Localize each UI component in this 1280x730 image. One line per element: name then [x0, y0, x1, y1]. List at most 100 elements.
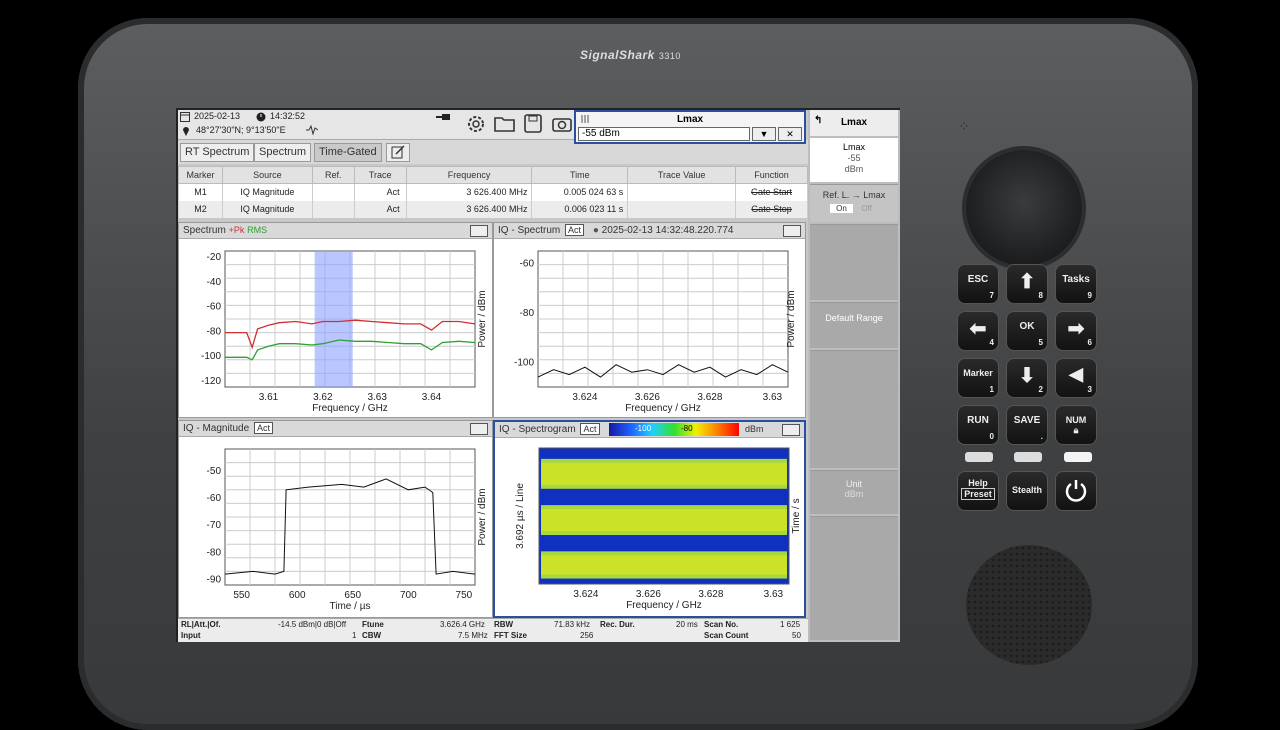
speaker-grille [966, 545, 1092, 665]
off-toggle[interactable]: Off [855, 204, 878, 213]
rotary-knob[interactable] [966, 150, 1082, 266]
cell: Act [353, 200, 407, 218]
edit-tabs-button[interactable] [386, 143, 410, 162]
fft-size-label: FFT Size [494, 631, 527, 640]
y-tick-label: -60 [207, 493, 222, 504]
cell: 3 626.400 MHz [405, 183, 533, 201]
brand-logo: SignalShark 3310 [580, 48, 681, 62]
stealth-key[interactable]: Stealth [1006, 471, 1048, 511]
left-arrow-icon: ⬅ [969, 318, 987, 340]
panel-title: IQ - Spectrogram [499, 424, 576, 435]
left-arrow-key[interactable]: ⬅ 4 [957, 311, 999, 351]
brand-name: SignalShark [580, 48, 655, 62]
scan-no-value: 1 625 [780, 620, 801, 629]
cell: M2 [178, 200, 223, 218]
help-preset-key[interactable]: Help Preset [957, 471, 999, 511]
stealth-key-label: Stealth [1011, 485, 1042, 495]
iq-spectrum-chart[interactable]: 3.624 3.626 3.628 3.63 -60 -80 -100 Frequency /… [494, 239, 805, 417]
x-tick-label: 3.62 [313, 392, 333, 403]
right-key-number: 6 [1087, 338, 1092, 347]
cell: Act [353, 183, 407, 201]
color-scale-low: -100 [635, 424, 652, 433]
iq-spectrum-panel[interactable]: IQ - Spectrum Act ● 2025-02-13 14:32:48.… [493, 222, 806, 418]
spectrogram-band-core [541, 462, 787, 485]
lmax-value-input[interactable]: -55 dBm [578, 127, 750, 141]
ftune-label: Ftune [362, 620, 384, 629]
iq-magnitude-panel[interactable]: IQ - Magnitude Act 550 600 650 700 750 -50 -60… [178, 420, 493, 618]
y-axis-label: 3.692 µs / Line [515, 483, 526, 549]
spectrogram-band-core [541, 509, 787, 532]
tasks-key[interactable]: Tasks 9 [1055, 264, 1097, 304]
table-row[interactable]: M2 IQ Magnitude Act 3 626.400 MHz 0.006 … [178, 200, 808, 218]
num-key[interactable]: NUM 🔒︎ [1055, 405, 1097, 445]
volume-key[interactable]: ◀ 3 [1055, 358, 1097, 398]
marker-key[interactable]: Marker 1 [957, 358, 999, 398]
default-range-softkey[interactable]: Default Range [810, 302, 898, 348]
cell: M1 [178, 183, 223, 201]
maximize-button[interactable] [470, 225, 488, 237]
info-bar: RL|Att.|Of. -14.5 dBm|0 dB|Off Input 1 F… [178, 618, 808, 642]
lmax-close-button[interactable]: ✕ [778, 127, 802, 141]
mic-grille-icon: ⁘ [958, 118, 970, 134]
softkey-empty[interactable] [810, 350, 898, 468]
input-value: 1 [352, 631, 357, 640]
table-row[interactable]: M1 IQ Magnitude Act 3 626.400 MHz 0.005 … [178, 183, 808, 201]
model-number: 3310 [658, 51, 681, 61]
iq-spectrogram-chart[interactable]: 3.624 3.626 3.628 3.63 Frequency / GHz 3.692 … [495, 438, 804, 616]
tab-time-gated[interactable]: Time-Gated [314, 143, 382, 162]
save-key[interactable]: SAVE. [1006, 405, 1048, 445]
y-axis-label: Power / dBm [477, 290, 488, 347]
rec-dur-label: Rec. Dur. [600, 620, 635, 629]
spectrum-panel[interactable]: Spectrum +Pk RMS 3.61 3.62 3.63 3.64 -20 -40 -… [178, 222, 493, 418]
lmax-softkey[interactable]: Lmax -55 dBm [810, 138, 898, 182]
softkey-empty[interactable] [810, 224, 898, 300]
x-tick-label: 3.628 [697, 392, 722, 403]
y-tick-label: -40 [207, 277, 222, 288]
lmax-editor: Lmax -55 dBm ▼ ✕ [574, 110, 806, 144]
status-date: 2025-02-13 [194, 111, 241, 121]
lmax-dropdown-button[interactable]: ▼ [752, 127, 776, 141]
run-key[interactable]: RUN 0 [957, 405, 999, 445]
right-arrow-key[interactable]: ➡ 6 [1055, 311, 1097, 351]
camera-icon[interactable] [552, 115, 572, 132]
speaker-icon: ◀ [1069, 364, 1083, 384]
spectrum-chart[interactable]: 3.61 3.62 3.63 3.64 -20 -40 -60 -80 -100 -120 Freq… [179, 239, 492, 417]
settings-gear-icon[interactable] [466, 114, 486, 134]
iq-spectrum-panel-header: IQ - Spectrum Act ● 2025-02-13 14:32:48.… [494, 223, 805, 239]
maximize-button[interactable] [782, 424, 800, 436]
x-tick-label: 700 [400, 590, 417, 601]
default-range-label: Default Range [825, 313, 883, 323]
col-header: Trace Value [627, 166, 737, 184]
unit-softkey[interactable]: Unit dBm [810, 470, 898, 514]
up-arrow-icon: ⬆ [1018, 271, 1036, 293]
softkey-empty[interactable] [810, 516, 898, 640]
iq-spectrogram-panel[interactable]: IQ - Spectrogram Act -100 -80 dBm 3.624 3… [493, 420, 806, 618]
x-tick-label: 3.628 [698, 589, 723, 600]
power-key[interactable] [1055, 471, 1097, 511]
open-folder-icon[interactable] [494, 115, 516, 133]
cell: Gate Start [735, 183, 808, 201]
down-arrow-key[interactable]: ⬇ 2 [1006, 358, 1048, 398]
save-disk-icon[interactable] [524, 114, 542, 133]
ok-key-label: OK [1019, 321, 1035, 332]
x-tick-label: 3.61 [259, 392, 279, 403]
x-tick-label: 3.63 [367, 392, 387, 403]
volume-key-number: 3 [1087, 385, 1092, 394]
ok-key[interactable]: OK 5 [1006, 311, 1048, 351]
iq-magnitude-chart[interactable]: 550 600 650 700 750 -50 -60 -70 -80 -90 Time / µs P… [179, 437, 492, 617]
ref-level-lmax-softkey[interactable]: Ref. L. → Lmax On Off [810, 184, 898, 222]
tab-spectrum[interactable]: Spectrum [254, 143, 312, 162]
up-arrow-key[interactable]: ⬆ 8 [1006, 264, 1048, 304]
maximize-button[interactable] [470, 423, 488, 435]
y-axis-label: Power / dBm [477, 488, 488, 545]
maximize-button[interactable] [783, 225, 801, 237]
battery-indicator-2 [1014, 452, 1042, 462]
marker-key-label: Marker [963, 368, 993, 378]
cell: IQ Magnitude [221, 200, 313, 218]
tab-rt-spectrum[interactable]: RT Spectrum [180, 143, 255, 162]
on-toggle[interactable]: On [830, 204, 853, 213]
x-tick-label: 3.626 [635, 392, 660, 403]
x-tick-label: 3.63 [764, 589, 784, 600]
esc-key[interactable]: ESC 7 [957, 264, 999, 304]
back-arrow-icon[interactable]: ↰ [814, 115, 822, 126]
